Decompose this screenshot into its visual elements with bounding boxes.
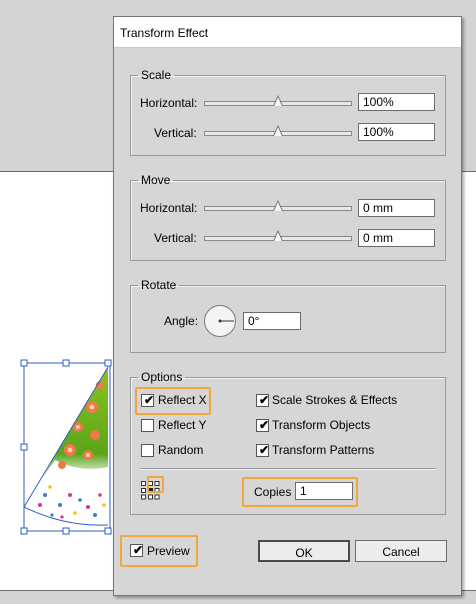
reflect-x-label[interactable]: Reflect X (158, 393, 207, 407)
checkmark-icon: ✔ (259, 393, 270, 407)
move-vertical-label: Vertical: (154, 231, 197, 245)
move-vertical-slider-thumb-fill (274, 232, 282, 241)
copies-input[interactable]: 1 (295, 482, 353, 500)
checkmark-icon: ✔ (259, 443, 270, 457)
move-group: Move (130, 173, 446, 261)
reflect-x-checkbox[interactable]: ✔ (141, 393, 155, 407)
angle-dial-icon[interactable] (203, 304, 237, 338)
move-horizontal-slider-thumb-fill (274, 202, 282, 211)
cancel-button[interactable]: Cancel (355, 540, 447, 562)
dialog-title: Transform Effect (120, 26, 209, 40)
rotate-angle-input[interactable]: 0° (243, 312, 301, 330)
transform-effect-dialog: Transform Effect Scale Horizontal: 100% … (113, 16, 462, 596)
checkmark-icon: ✔ (144, 393, 155, 407)
options-legend: Options (141, 370, 183, 384)
rotate-legend: Rotate (141, 278, 177, 292)
scale-vertical-label: Vertical: (154, 126, 197, 140)
scale-horizontal-slider-thumb-fill (274, 97, 282, 106)
transform-objects-checkbox[interactable]: ✔ (256, 418, 270, 432)
reference-point-highlight (147, 476, 164, 493)
options-divider (140, 468, 436, 470)
move-horizontal-input[interactable]: 0 mm (358, 199, 435, 217)
move-vertical-input[interactable]: 0 mm (358, 229, 435, 247)
transform-patterns-label[interactable]: Transform Patterns (272, 443, 374, 457)
random-checkbox[interactable] (141, 444, 154, 457)
transform-patterns-checkbox[interactable]: ✔ (256, 443, 270, 457)
reflect-y-label[interactable]: Reflect Y (158, 418, 206, 432)
scale-strokes-checkbox[interactable]: ✔ (256, 393, 270, 407)
scale-legend: Scale (141, 68, 172, 82)
scale-group: Scale (130, 68, 446, 156)
move-horizontal-label: Horizontal: (140, 201, 198, 215)
move-legend: Move (141, 173, 171, 187)
selected-artwork[interactable] (0, 355, 115, 535)
preview-checkbox[interactable]: ✔ (130, 543, 144, 557)
random-label[interactable]: Random (158, 443, 203, 457)
transform-objects-label[interactable]: Transform Objects (272, 418, 370, 432)
scale-strokes-label[interactable]: Scale Strokes & Effects (272, 393, 397, 407)
checkmark-icon: ✔ (259, 418, 270, 432)
scale-horizontal-label: Horizontal: (140, 96, 198, 110)
ok-button[interactable]: OK (258, 540, 350, 562)
copies-label: Copies (254, 485, 292, 499)
scale-vertical-input[interactable]: 100% (358, 123, 435, 141)
dialog-titlebar: Transform Effect (114, 17, 461, 48)
preview-label[interactable]: Preview (147, 544, 190, 558)
scale-horizontal-input[interactable]: 100% (358, 93, 435, 111)
rotate-angle-label: Angle: (164, 314, 199, 328)
scale-vertical-slider-thumb-fill (274, 127, 282, 136)
checkmark-icon: ✔ (133, 543, 144, 557)
reflect-y-checkbox[interactable] (141, 419, 154, 432)
